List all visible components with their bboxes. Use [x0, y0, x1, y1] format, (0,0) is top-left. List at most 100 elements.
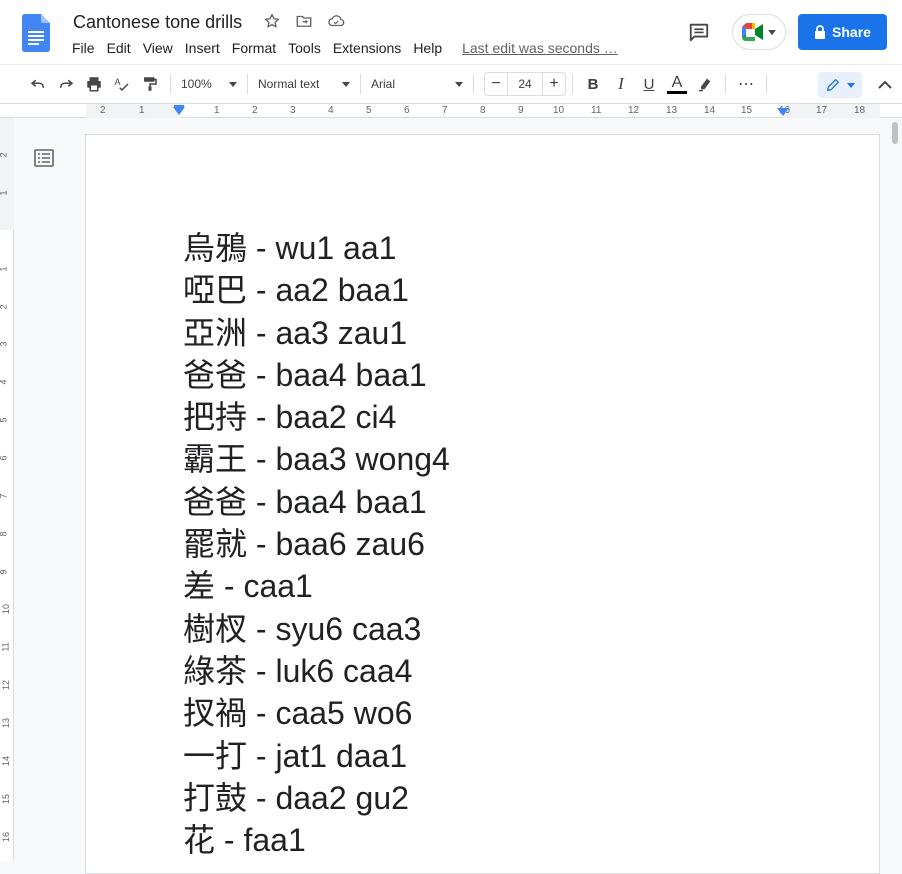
move-folder-icon[interactable] — [294, 11, 314, 31]
chevron-down-icon — [342, 81, 350, 87]
chinese-characters: 差 — [183, 567, 216, 606]
vertical-scrollbar[interactable] — [888, 119, 902, 861]
chinese-characters: 爸爸 — [183, 355, 248, 394]
chinese-characters: 樹杈 — [183, 609, 248, 648]
google-meet-icon — [742, 23, 763, 41]
menu-extensions[interactable]: Extensions — [327, 38, 407, 58]
chinese-characters: 烏鴉 — [183, 229, 248, 267]
editing-mode-button[interactable] — [818, 72, 862, 98]
share-button[interactable]: Share — [798, 14, 887, 50]
jyutping-romanization: - caa5 wo6 — [247, 695, 413, 732]
bold-button[interactable]: B — [579, 70, 607, 98]
decrease-font-size-button[interactable]: − — [485, 73, 507, 95]
ruler-label: 3 — [290, 105, 296, 116]
ruler-label: 8 — [480, 105, 486, 116]
scrollbar-thumb[interactable] — [892, 122, 898, 144]
document-line[interactable]: 扠禍 - caa5 wo6 — [183, 692, 450, 734]
last-edit-link[interactable]: Last edit was seconds … — [462, 40, 618, 56]
document-line[interactable]: 烏鴉 - wu1 aa1 — [183, 227, 450, 269]
chevron-down-icon — [455, 81, 463, 87]
document-line[interactable]: 樹杈 - syu6 caa3 — [183, 608, 450, 650]
toolbar-divider — [247, 74, 248, 94]
vruler-label: 8 — [0, 531, 9, 536]
collapse-menus-icon[interactable] — [874, 73, 896, 97]
paint-format-icon[interactable] — [136, 70, 164, 98]
menu-edit[interactable]: Edit — [101, 38, 137, 58]
document-canvas: 烏鴉 - wu1 aa1 啞巴 - aa2 baa1 亞洲 - aa3 zau1 爸爸… — [14, 119, 888, 874]
horizontal-ruler[interactable]: 2 1 1 2 3 4 5 6 7 8 9 10 11 12 13 14 15 … — [0, 104, 902, 118]
lock-icon — [815, 25, 826, 39]
font-size-control: − 24 + — [484, 72, 566, 96]
star-icon[interactable] — [262, 11, 282, 31]
document-line[interactable]: 爸爸 - baa4 baa1 — [183, 481, 450, 523]
spellcheck-icon[interactable]: A — [108, 70, 136, 98]
italic-button[interactable]: I — [607, 70, 635, 98]
menu-file[interactable]: File — [66, 38, 101, 58]
google-meet-button[interactable] — [732, 14, 786, 50]
document-line[interactable]: 亞洲 - aa3 zau1 — [183, 312, 450, 354]
print-icon[interactable] — [80, 70, 108, 98]
chinese-characters: 啞巴 — [183, 271, 248, 310]
document-line[interactable]: 爸爸 - baa4 baa1 — [183, 354, 450, 396]
vruler-label: 2 — [0, 304, 9, 309]
document-line[interactable]: 一打 - jat1 daa1 — [183, 735, 450, 777]
chevron-down-icon — [847, 82, 855, 88]
zoom-select[interactable]: 100% — [177, 70, 241, 98]
document-line[interactable]: 綠茶 - luk6 caa4 — [183, 650, 450, 692]
toolbar-divider — [725, 74, 726, 94]
vruler-label: 6 — [0, 455, 9, 460]
font-family-select[interactable]: Arial — [367, 70, 467, 98]
menu-format[interactable]: Format — [226, 38, 282, 58]
vruler-label: 4 — [0, 379, 9, 384]
vruler-label: 11 — [0, 642, 11, 652]
ruler-label: 15 — [741, 105, 753, 116]
menu-insert[interactable]: Insert — [179, 38, 226, 58]
ruler-label: 1 — [139, 105, 145, 116]
document-line[interactable]: 把持 - baa2 ci4 — [183, 396, 450, 438]
chinese-characters: 爸爸 — [183, 482, 248, 521]
document-line[interactable]: 花 - faa1 — [183, 819, 450, 861]
more-options-icon[interactable]: ⋯ — [732, 70, 760, 98]
chinese-characters: 罷就 — [183, 525, 248, 564]
menu-help[interactable]: Help — [407, 38, 448, 58]
vruler-label: 9 — [0, 569, 9, 574]
highlight-color-icon[interactable] — [691, 70, 719, 98]
right-indent-marker[interactable] — [777, 108, 789, 116]
redo-icon[interactable] — [52, 70, 80, 98]
document-line[interactable]: 霸王 - baa3 wong4 — [183, 438, 450, 480]
document-line[interactable]: 啞巴 - aa2 baa1 — [183, 269, 450, 311]
font-family-value: Arial — [371, 77, 396, 91]
document-title[interactable]: Cantonese tone drills — [73, 10, 242, 34]
jyutping-romanization: - baa2 ci4 — [247, 399, 397, 436]
menu-tools[interactable]: Tools — [282, 38, 327, 58]
ruler-label: 7 — [442, 105, 448, 116]
document-line[interactable]: 差 - caa1 — [183, 565, 450, 607]
document-outline-icon[interactable] — [34, 148, 54, 168]
paragraph-style-select[interactable]: Normal text — [254, 70, 354, 98]
ruler-label: 11 — [591, 105, 602, 116]
jyutping-romanization: - aa3 zau1 — [247, 314, 408, 351]
comment-history-icon[interactable] — [686, 19, 712, 45]
pencil-icon — [827, 79, 839, 91]
document-body[interactable]: 烏鴉 - wu1 aa1 啞巴 - aa2 baa1 亞洲 - aa3 zau1 爸爸… — [183, 227, 450, 861]
vertical-ruler[interactable]: 2 1 1 2 3 4 5 6 7 8 9 10 11 12 13 14 15 … — [0, 118, 14, 861]
undo-icon[interactable] — [24, 70, 52, 98]
text-color-button[interactable]: A — [663, 70, 691, 98]
increase-font-size-button[interactable]: + — [543, 73, 565, 95]
document-line[interactable]: 打鼓 - daa2 gu2 — [183, 777, 450, 819]
google-docs-logo-icon[interactable] — [22, 14, 50, 52]
jyutping-romanization: - aa2 baa1 — [247, 272, 409, 309]
toolbar-divider — [473, 74, 474, 94]
left-indent-marker[interactable] — [173, 107, 185, 115]
share-label: Share — [832, 24, 871, 40]
ruler-label: 12 — [628, 105, 640, 116]
ruler-label: 17 — [816, 105, 828, 116]
paragraph-style-value: Normal text — [258, 77, 320, 91]
cloud-saved-icon[interactable] — [326, 11, 346, 31]
menu-view[interactable]: View — [137, 38, 179, 58]
font-size-input[interactable]: 24 — [507, 73, 543, 95]
underline-button[interactable]: U — [635, 70, 663, 98]
svg-text:A: A — [115, 77, 121, 87]
document-page[interactable]: 烏鴉 - wu1 aa1 啞巴 - aa2 baa1 亞洲 - aa3 zau1 爸爸… — [85, 134, 880, 874]
document-line[interactable]: 罷就 - baa6 zau6 — [183, 523, 450, 565]
